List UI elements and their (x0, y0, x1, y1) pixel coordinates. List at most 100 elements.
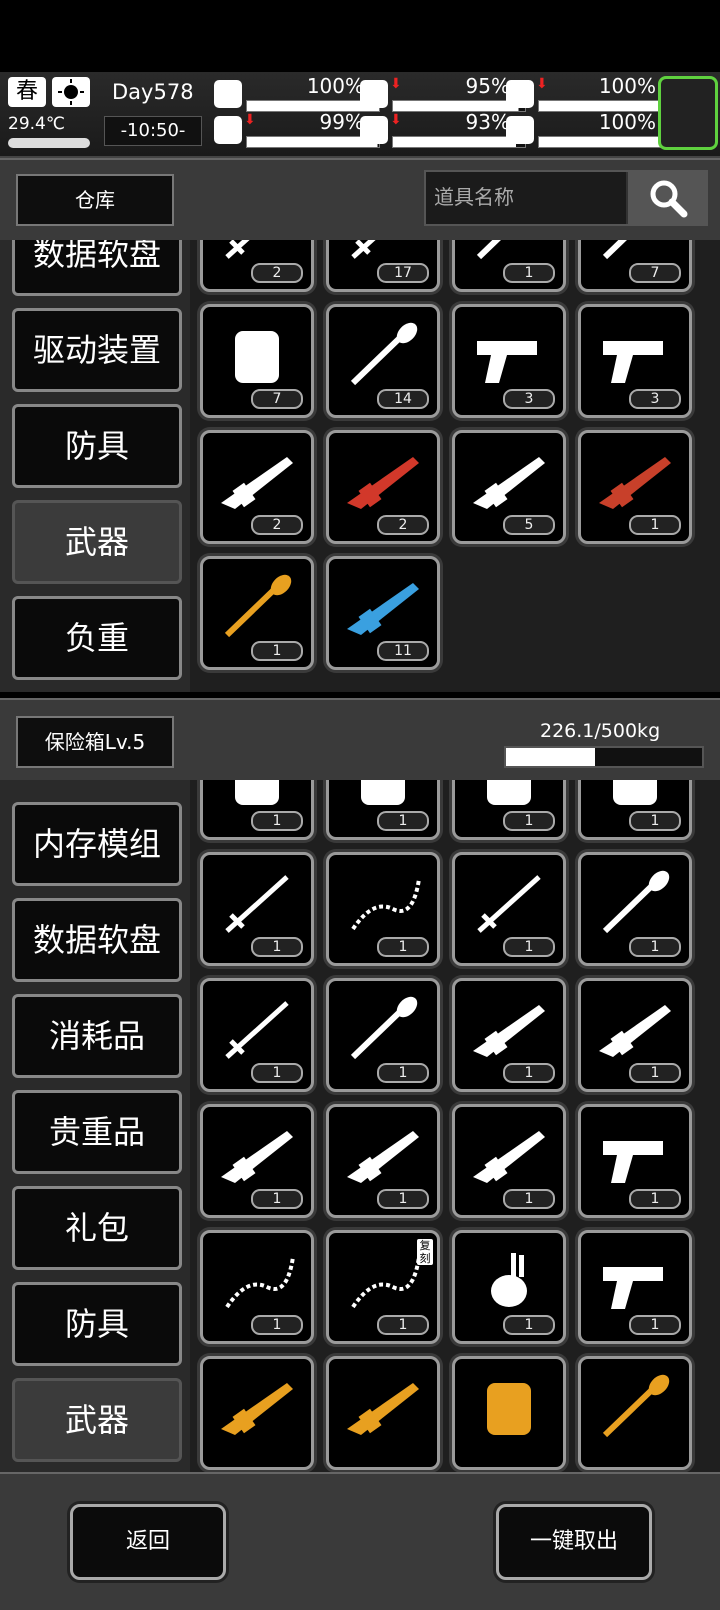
item-slot[interactable]: 7 (578, 240, 692, 292)
golden-cannon-2-icon (347, 1383, 419, 1435)
item-slot[interactable]: 1 (200, 852, 314, 966)
warehouse-tab[interactable]: 驱动装置 (12, 308, 182, 392)
reprint-badge: 复刻 (417, 1239, 433, 1265)
item-count: 1 (503, 811, 555, 831)
item-slot[interactable]: 1 (578, 1104, 692, 1218)
item-slot[interactable]: 复刻 1 (326, 1230, 440, 1344)
item-slot[interactable]: 1 (200, 780, 314, 840)
item-slot[interactable]: 1 (578, 1230, 692, 1344)
item-count: 7 (251, 389, 303, 409)
item-slot[interactable]: 1 (452, 1104, 566, 1218)
warehouse-tab[interactable]: 防具 (12, 404, 182, 488)
item-count: 1 (503, 1189, 555, 1209)
season-label: 春 (8, 77, 46, 107)
item-slot[interactable] (578, 1356, 692, 1470)
safe-title[interactable]: 保险箱Lv.5 (16, 716, 174, 768)
item-slot[interactable] (200, 1356, 314, 1470)
item-slot[interactable]: 1 (578, 852, 692, 966)
item-slot[interactable]: 1 (200, 556, 314, 670)
item-slot[interactable]: 3 (452, 304, 566, 418)
item-count: 1 (629, 937, 681, 957)
clock: -10:50- (104, 116, 202, 146)
ornate-pistol-icon (603, 1141, 663, 1183)
item-slot[interactable]: 1 (326, 978, 440, 1092)
back-button[interactable]: 返回 (70, 1504, 226, 1580)
item-slot[interactable]: 17 (326, 240, 440, 292)
ornate-sniper-icon (599, 1005, 671, 1057)
item-slot[interactable]: 11 (326, 556, 440, 670)
search-box[interactable]: 道具名称 (424, 170, 708, 226)
item-slot[interactable] (326, 1356, 440, 1470)
golden-cannon-icon (221, 1383, 293, 1435)
health-value: 100% (306, 74, 364, 98)
item-count: 7 (629, 263, 681, 283)
item-count: 1 (629, 1315, 681, 1335)
item-slot[interactable]: 1 (578, 978, 692, 1092)
item-slot[interactable]: 7 (200, 304, 314, 418)
safe-tab[interactable]: 贵重品 (12, 1090, 182, 1174)
item-count: 1 (251, 1315, 303, 1335)
item-count: 1 (503, 937, 555, 957)
item-slot[interactable]: 1 (452, 780, 566, 840)
ornate-rifle-icon (473, 1005, 545, 1057)
item-slot[interactable]: 1 (326, 852, 440, 966)
capacity-bar (504, 746, 704, 768)
item-count: 1 (629, 1063, 681, 1083)
item-slot[interactable]: 1 (200, 1104, 314, 1218)
item-slot[interactable]: 2 (200, 430, 314, 544)
warehouse-tabs: 数据软盘驱动装置防具武器负重 (0, 240, 190, 692)
safe-tab[interactable]: 消耗品 (12, 994, 182, 1078)
dragon-staff-icon (224, 574, 292, 638)
search-input[interactable]: 道具名称 (434, 172, 514, 222)
safe-tab[interactable]: 武器 (12, 1378, 182, 1462)
take-all-button[interactable]: 一键取出 (496, 1504, 652, 1580)
item-slot[interactable]: 1 (326, 780, 440, 840)
safe-tabs: 内存模组数据软盘消耗品贵重品礼包防具武器 (0, 780, 190, 1472)
minigun-icon (347, 583, 419, 635)
serpent-sword-icon (225, 1001, 289, 1059)
safe-tab[interactable]: 礼包 (12, 1186, 182, 1270)
item-slot[interactable]: 1 (452, 1230, 566, 1344)
item-slot[interactable]: 2 (326, 430, 440, 544)
item-slot[interactable]: 1 (452, 240, 566, 292)
safe-tab[interactable]: 内存模组 (12, 802, 182, 886)
golden-hammer-icon (602, 1374, 670, 1438)
capacity-text: 226.1/500kg (540, 720, 661, 742)
item-count: 5 (503, 515, 555, 535)
warehouse-tab[interactable]: 数据软盘 (12, 240, 182, 296)
safe-tab[interactable]: 防具 (12, 1282, 182, 1366)
item-count: 1 (251, 937, 303, 957)
warehouse-tab[interactable]: 武器 (12, 500, 182, 584)
item-count: 14 (377, 389, 429, 409)
equipped-slot[interactable] (658, 76, 718, 150)
item-slot[interactable]: 1 (200, 978, 314, 1092)
shotgun-icon (347, 457, 419, 509)
smg-icon (221, 457, 293, 509)
search-button[interactable] (626, 172, 706, 224)
shovel-icon (350, 322, 418, 386)
item-slot[interactable]: 14 (326, 304, 440, 418)
safe-grid: 1 1 1 1 1 1 1 1 1 1 1 1 1 1 1 1 1 复刻 1 1 1 (190, 780, 720, 1472)
item-slot[interactable]: 1 (578, 430, 692, 544)
item-slot[interactable]: 1 (326, 1104, 440, 1218)
item-slot[interactable]: 1 (578, 780, 692, 840)
item-count: 2 (377, 515, 429, 535)
item-count: 3 (629, 389, 681, 409)
machete-icon (351, 240, 376, 259)
shield-pack-icon (235, 331, 279, 383)
item-count: 1 (377, 1189, 429, 1209)
item-slot[interactable]: 1 (452, 852, 566, 966)
item-slot[interactable] (452, 1356, 566, 1470)
chain-whip-copy-icon (351, 1256, 421, 1309)
warehouse-title[interactable]: 仓库 (16, 174, 174, 226)
item-count: 1 (377, 1315, 429, 1335)
item-slot[interactable]: 5 (452, 430, 566, 544)
item-count: 17 (377, 263, 429, 283)
warehouse-tab[interactable]: 负重 (12, 596, 182, 680)
item-slot[interactable]: 2 (200, 240, 314, 292)
item-slot[interactable]: 1 (452, 978, 566, 1092)
safe-tab[interactable]: 数据软盘 (12, 898, 182, 982)
item-slot[interactable]: 1 (200, 1230, 314, 1344)
item-slot[interactable]: 3 (578, 304, 692, 418)
bazooka-icon (347, 1131, 419, 1183)
